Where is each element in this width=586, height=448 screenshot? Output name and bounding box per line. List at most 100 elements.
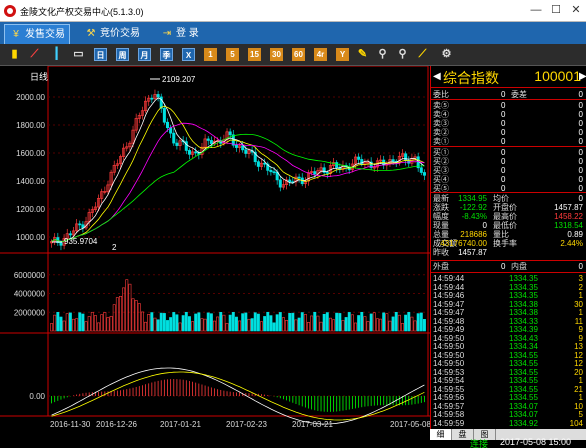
price-tick-label: 1600.00 (16, 149, 45, 158)
volume-bar (178, 322, 182, 332)
volume-bar (407, 312, 411, 332)
buy-level-row: 买③ 0 0 (433, 166, 583, 175)
volume-bar (75, 318, 79, 332)
minimize-button[interactable]: — (528, 3, 544, 17)
volume-bar (191, 321, 195, 332)
zoom-out-icon[interactable]: ⚲ (396, 48, 409, 61)
volume-bar (209, 313, 213, 332)
volume-bar (278, 312, 282, 332)
volume-bar (68, 312, 72, 332)
volume-bar (322, 313, 326, 332)
volume-bar (372, 312, 376, 332)
hammer-icon: ⚒ (86, 28, 96, 39)
volume-bar (150, 312, 154, 332)
price-tick-label: 1000.00 (16, 233, 45, 242)
quote-panel: ◀ 综合指数 100001 ▶ 委比 0 委差 0 外盘 0 内盘 0 14:5… (430, 66, 586, 429)
volume-bar (410, 316, 414, 332)
draw-line-icon[interactable]: ⟋ (416, 48, 429, 61)
volume-bar (187, 316, 191, 332)
gear-icon[interactable]: ⚙ (440, 48, 453, 61)
volume-bar (291, 312, 295, 332)
kline-chart[interactable]: 2000.00 1800.00 1600.00 1400.00 1200.00 1000.… (0, 66, 430, 440)
volume-bar (422, 319, 426, 332)
volume-bar (103, 312, 107, 332)
line-chart-icon[interactable]: ⟋ (28, 48, 41, 61)
candle-body (187, 150, 191, 155)
kline-chart-icon[interactable]: ▮ (8, 48, 21, 61)
prev-arrow-icon[interactable]: ◀ (433, 71, 441, 82)
quote-stat-row: 幅度 -8.43% 最高价 1458.22 (433, 212, 583, 221)
volume-bar (388, 320, 392, 332)
close-button[interactable]: ✕ (568, 3, 584, 17)
candle-body (234, 144, 238, 148)
volume-bar (401, 323, 404, 332)
index-code: 100001 (534, 68, 581, 84)
period-week-button[interactable]: 周 (116, 48, 129, 61)
tab-login[interactable]: ⇥ 登 录 (156, 24, 216, 44)
period-15min-button[interactable]: 15 (248, 48, 261, 61)
volume-bar (341, 320, 345, 332)
period-1min-button[interactable]: 1 (204, 48, 217, 61)
candle-body (241, 145, 245, 151)
tab-issue-trading[interactable]: ¥ 发售交易 (4, 24, 70, 44)
app-logo-icon (4, 5, 16, 17)
high-price-label: 2109.207 (162, 75, 196, 84)
index-header: ◀ 综合指数 100001 ▶ (431, 66, 586, 88)
volume-bar (112, 304, 116, 332)
price-tick-label: 1200.00 (16, 205, 45, 214)
volume-bar (203, 318, 207, 332)
low-price-label: 935.9704 (64, 237, 98, 246)
window-icon[interactable]: ▭ (72, 48, 85, 61)
volume-bar (131, 298, 135, 332)
volume-tick-label: 2000000 (14, 308, 46, 317)
volume-bar (404, 314, 408, 332)
period-day-button[interactable]: 日 (94, 48, 107, 61)
volume-bar (81, 313, 85, 332)
candle-body (335, 162, 339, 169)
candle-body (422, 172, 426, 176)
candle-body (150, 97, 154, 100)
quote-stat-row: 现量 0 最低价 1318.54 (433, 221, 583, 230)
period-x-button[interactable]: X (182, 48, 195, 61)
period-4r-button[interactable]: 4r (314, 48, 327, 61)
buy-level-row: 买① 0 0 (433, 148, 583, 157)
volume-bar (216, 316, 220, 332)
period-60min-button[interactable]: 60 (292, 48, 305, 61)
candle-body (263, 162, 267, 165)
volume-bar (307, 322, 310, 332)
volume-bar (172, 312, 176, 332)
zoom-in-icon[interactable]: ⚲ (376, 48, 389, 61)
period-month-button[interactable]: 月 (138, 48, 151, 61)
volume-bar (394, 312, 398, 332)
volume-bar (244, 312, 248, 332)
volume-bar (53, 314, 57, 332)
period-5min-button[interactable]: 5 (226, 48, 239, 61)
volume-bar (310, 315, 314, 332)
volume-bar (219, 312, 223, 332)
volume-bar (169, 317, 173, 332)
period-year-button[interactable]: Y (336, 48, 349, 61)
next-arrow-icon[interactable]: ▶ (579, 71, 586, 82)
volume-bar (72, 318, 75, 332)
candle-body (172, 132, 176, 144)
volume-bar (65, 313, 69, 332)
volume-bar (294, 319, 298, 332)
buy-level-row: 买④ 0 0 (433, 175, 583, 184)
period-30min-button[interactable]: 30 (270, 48, 283, 61)
volume-bar (335, 312, 339, 332)
tab-detail[interactable]: 细 (430, 429, 452, 440)
volume-bar (234, 316, 238, 332)
volume-bar (50, 323, 54, 332)
volume-bar (125, 279, 129, 332)
bar-chart-icon[interactable]: ┃ (50, 48, 63, 61)
volume-bar (128, 283, 132, 332)
edit-icon[interactable]: ✎ (356, 48, 369, 61)
volume-bar (366, 321, 370, 332)
volume-bar (197, 312, 201, 332)
period-quarter-button[interactable]: 季 (160, 48, 173, 61)
volume-bar (354, 322, 357, 332)
volume-bar (184, 311, 188, 332)
maximize-button[interactable]: ☐ (548, 3, 564, 17)
tab-bid-trading[interactable]: ⚒ 竞价交易 (80, 24, 146, 44)
candle-body (419, 167, 423, 173)
